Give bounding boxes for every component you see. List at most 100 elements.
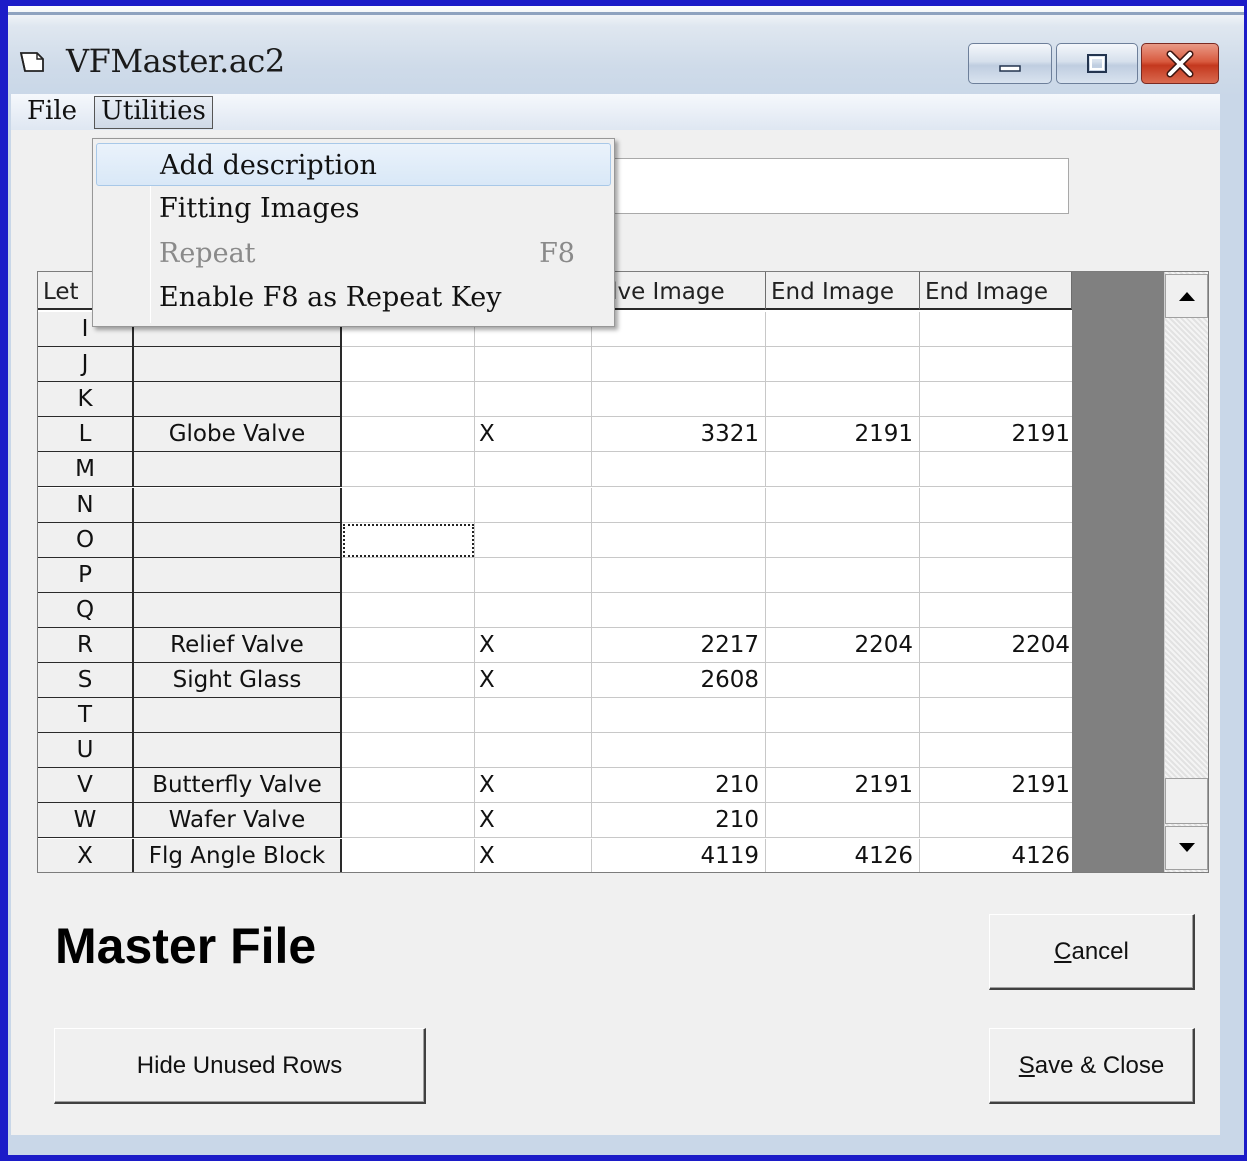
table-cell[interactable] [592, 592, 766, 628]
table-cell[interactable] [475, 347, 592, 383]
row-description-cell[interactable]: Wafer Valve [134, 803, 342, 839]
row-description-cell[interactable] [134, 698, 342, 734]
table-cell[interactable] [342, 557, 475, 593]
table-cell[interactable] [342, 592, 475, 628]
table-cell[interactable] [342, 452, 475, 488]
menu-utilities[interactable]: Utilities [94, 96, 213, 129]
table-cell[interactable] [342, 627, 475, 663]
row-letter-cell[interactable]: J [38, 347, 134, 383]
row-letter-cell[interactable]: P [38, 557, 134, 593]
row-description-cell[interactable]: Butterfly Valve [134, 768, 342, 804]
table-cell[interactable] [342, 733, 475, 769]
table-cell[interactable] [342, 663, 475, 698]
table-cell[interactable] [475, 592, 592, 628]
row-letter-cell[interactable]: U [38, 733, 134, 769]
table-row[interactable]: L Globe Valve X 3321 2191 2191 [38, 417, 1074, 453]
table-row[interactable]: R Relief Valve X 2217 2204 2204 [38, 627, 1074, 663]
table-row[interactable]: N [38, 487, 1074, 523]
table-cell[interactable]: X [475, 803, 592, 839]
row-letter-cell[interactable]: R [38, 627, 134, 663]
maximize-button[interactable] [1056, 43, 1138, 84]
table-cell[interactable]: 4119 [592, 838, 766, 872]
table-cell[interactable]: X [475, 838, 592, 872]
table-cell[interactable] [920, 698, 1074, 734]
table-cell[interactable] [592, 522, 766, 558]
table-cell[interactable] [920, 663, 1074, 698]
document-icon[interactable] [19, 50, 49, 74]
table-cell[interactable] [475, 452, 592, 488]
table-cell[interactable] [592, 557, 766, 593]
table-cell[interactable] [766, 452, 920, 488]
table-cell[interactable] [592, 733, 766, 769]
table-cell[interactable] [766, 522, 920, 558]
table-cell[interactable] [475, 382, 592, 418]
hide-unused-rows-button[interactable]: Hide Unused Rows [54, 1028, 426, 1104]
row-letter-cell[interactable]: V [38, 768, 134, 804]
row-description-cell[interactable] [134, 522, 342, 558]
table-cell[interactable] [342, 838, 475, 872]
table-cell[interactable]: X [475, 663, 592, 698]
scroll-down-button[interactable] [1165, 826, 1208, 870]
close-button[interactable] [1141, 43, 1219, 84]
table-row[interactable]: T [38, 698, 1074, 734]
table-row[interactable]: P [38, 557, 1074, 593]
table-cell[interactable] [766, 347, 920, 383]
table-cell[interactable] [766, 557, 920, 593]
table-cell[interactable] [766, 592, 920, 628]
table-row[interactable]: U [38, 733, 1074, 769]
table-cell[interactable] [920, 803, 1074, 839]
row-description-cell[interactable] [134, 347, 342, 383]
row-description-cell[interactable] [134, 487, 342, 523]
col-header-end-image[interactable]: End Image [766, 272, 920, 310]
table-cell[interactable]: 210 [592, 803, 766, 839]
table-cell[interactable] [766, 663, 920, 698]
row-letter-cell[interactable]: T [38, 698, 134, 734]
table-cell[interactable] [475, 698, 592, 734]
col-header-valve-image[interactable]: alve Image [592, 272, 766, 310]
row-description-cell[interactable] [134, 452, 342, 488]
scroll-thumb[interactable] [1165, 778, 1208, 824]
row-letter-cell[interactable]: Q [38, 592, 134, 628]
table-cell[interactable] [592, 312, 766, 347]
table-row[interactable]: V Butterfly Valve X 210 2191 2191 [38, 768, 1074, 804]
table-row[interactable]: W Wafer Valve X 210 [38, 803, 1074, 839]
table-cell[interactable] [475, 557, 592, 593]
table-cell[interactable]: X [475, 627, 592, 663]
table-cell[interactable] [920, 593, 1074, 628]
table-cell[interactable] [342, 803, 475, 839]
table-row[interactable]: Q [38, 592, 1074, 628]
table-cell[interactable] [766, 803, 920, 839]
table-cell[interactable] [766, 312, 920, 347]
table-cell[interactable] [920, 733, 1074, 769]
row-description-cell[interactable]: Globe Valve [134, 417, 342, 453]
master-grid[interactable]: Let alve Image End Image End Image IJKLG… [37, 271, 1209, 873]
table-cell[interactable] [342, 347, 475, 383]
table-cell[interactable] [342, 698, 475, 734]
menu-item-enable-f8-as-repeat-key[interactable]: Enable F8 as Repeat Key [96, 276, 611, 319]
table-cell[interactable]: X [475, 417, 592, 453]
table-cell[interactable] [475, 733, 592, 769]
table-cell[interactable] [920, 488, 1074, 523]
table-row[interactable]: X Flg Angle Block X 4119 4126 4126 [38, 838, 1070, 872]
table-cell[interactable] [766, 382, 920, 418]
table-cell[interactable]: 2204 [920, 628, 1074, 663]
table-row[interactable]: S Sight Glass X 2608 [38, 663, 1074, 698]
table-cell[interactable] [920, 312, 1074, 347]
row-letter-cell[interactable]: N [38, 487, 134, 523]
table-cell[interactable] [342, 417, 475, 453]
cancel-button[interactable]: Cancel [989, 914, 1195, 990]
table-cell[interactable] [342, 382, 475, 418]
row-description-cell[interactable] [134, 557, 342, 593]
row-description-cell[interactable]: Relief Valve [134, 627, 342, 663]
row-description-cell[interactable]: Sight Glass [134, 663, 342, 698]
row-letter-cell[interactable]: O [38, 522, 134, 558]
table-row[interactable]: O [38, 522, 1074, 558]
col-header-end-image-2[interactable]: End Image [920, 272, 1072, 310]
table-cell[interactable] [766, 698, 920, 734]
table-cell[interactable] [766, 733, 920, 769]
table-cell[interactable]: X [475, 768, 592, 804]
table-cell[interactable]: 210 [592, 768, 766, 804]
table-cell[interactable] [342, 768, 475, 804]
menu-file[interactable]: File [21, 94, 83, 130]
row-letter-cell[interactable]: X [38, 838, 134, 872]
